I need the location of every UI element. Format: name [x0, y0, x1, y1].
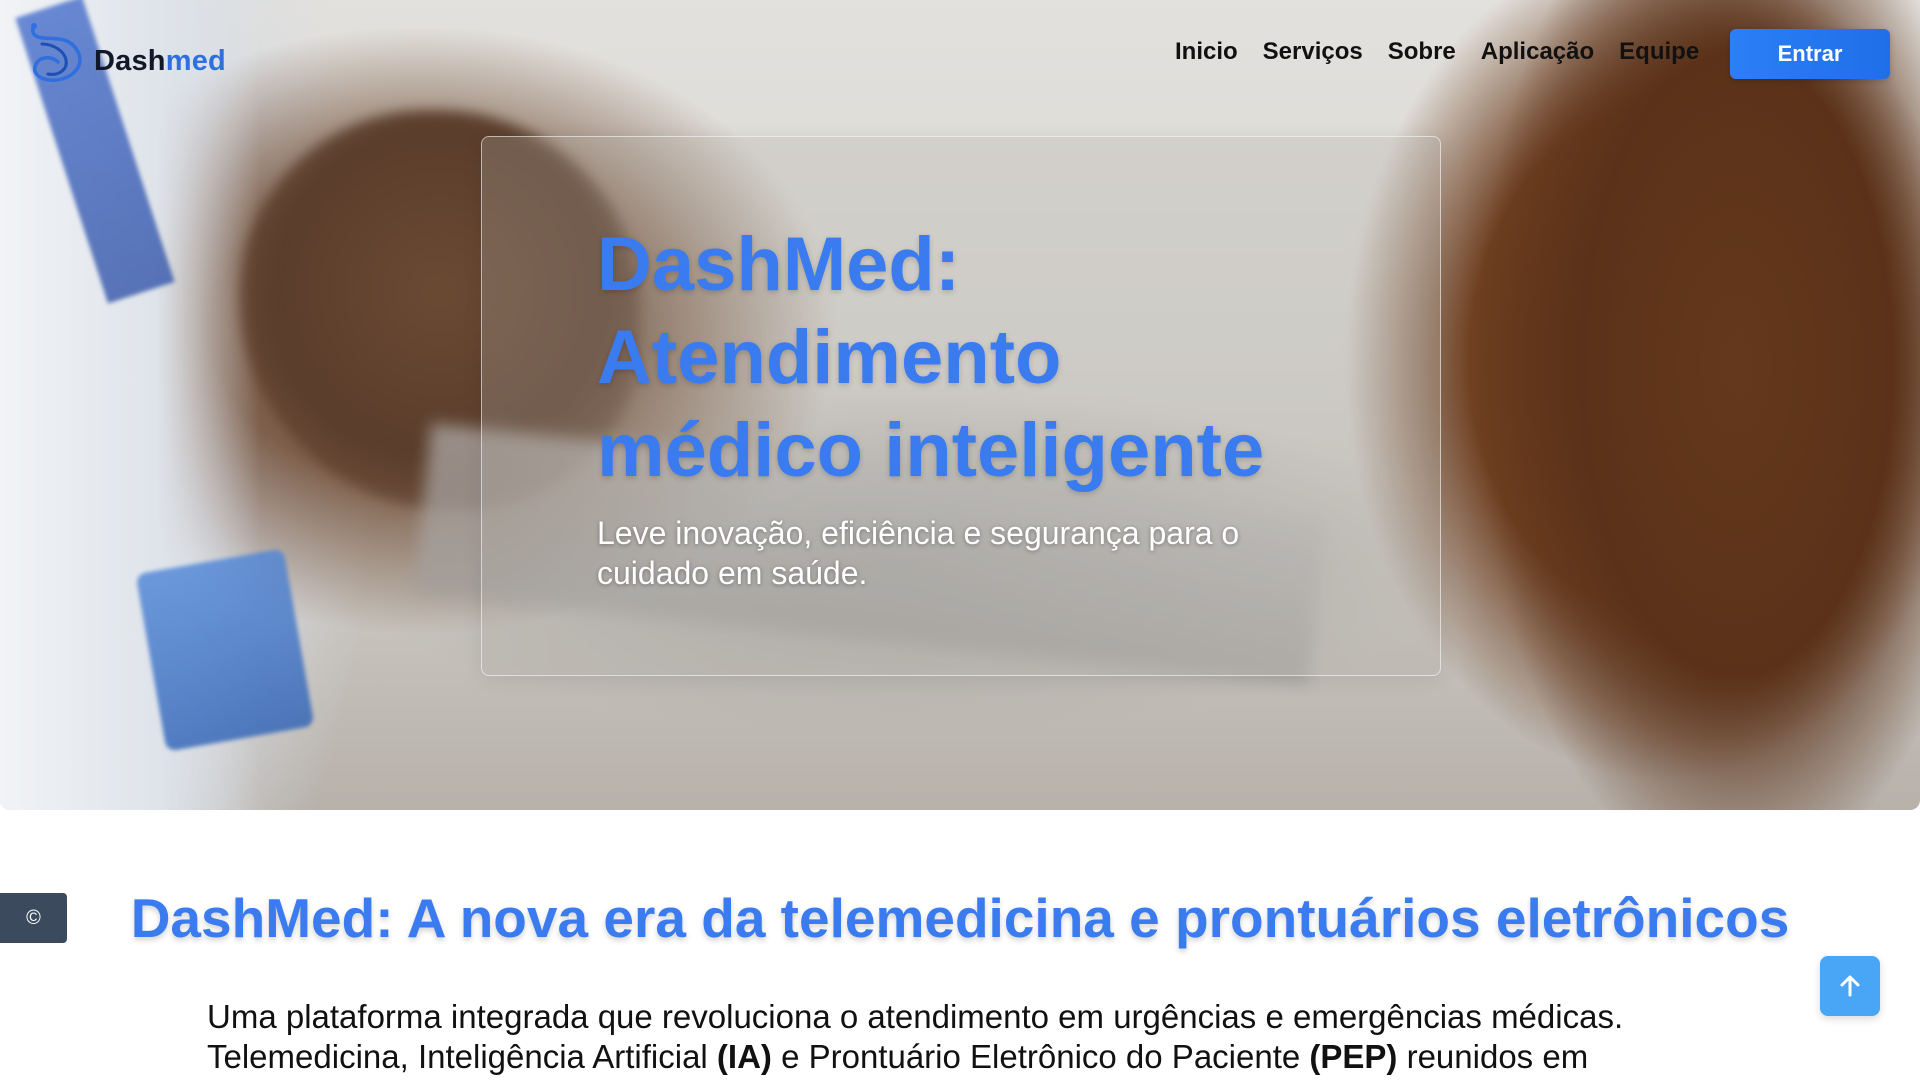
nav-item-sobre[interactable]: Sobre — [1388, 38, 1456, 66]
nav-item-servicos[interactable]: Serviços — [1263, 38, 1363, 66]
brand-name-part2: med — [165, 44, 226, 77]
brand-logo[interactable]: Dashmed — [28, 22, 226, 86]
section-description-line2a: Telemedicina, Inteligência Artificial — [207, 1038, 717, 1075]
hero-title: DashMed: Atendimento médico inteligente — [597, 222, 1265, 493]
arrow-up-icon — [1840, 975, 1860, 997]
section-description-line2b: e Prontuário Eletrônico do Paciente — [771, 1038, 1310, 1075]
hero-bg-hair — [1460, 0, 1920, 810]
section-description-pep: (PEP) — [1309, 1038, 1398, 1075]
nav-item-equipe[interactable]: Equipe — [1619, 38, 1699, 66]
section-description-line1: Uma plataforma integrada que revoluciona… — [207, 998, 1624, 1035]
section-title: DashMed: A nova era da telemedicina e pr… — [130, 887, 1790, 949]
hero-subtitle: Leve inovação, eficiência e segurança pa… — [597, 515, 1240, 591]
hero-bg-device — [135, 548, 315, 752]
section-description-ia: (IA) — [716, 1038, 772, 1075]
main-nav: Inicio Serviços Sobre Aplicação Equipe — [1175, 38, 1699, 66]
section-description-line2c: reunidos em — [1397, 1038, 1589, 1075]
brand-name: Dashmed — [94, 45, 226, 78]
nav-item-aplicacao[interactable]: Aplicação — [1481, 38, 1594, 66]
nav-item-inicio[interactable]: Inicio — [1175, 38, 1238, 66]
brand-name-part1: Dash — [94, 44, 166, 77]
scroll-top-button[interactable] — [1820, 956, 1880, 1016]
enter-button[interactable]: Entrar — [1730, 29, 1890, 79]
section-description: Uma plataforma integrada que revoluciona… — [207, 997, 1713, 1077]
dashmed-logo-icon — [30, 23, 82, 82]
